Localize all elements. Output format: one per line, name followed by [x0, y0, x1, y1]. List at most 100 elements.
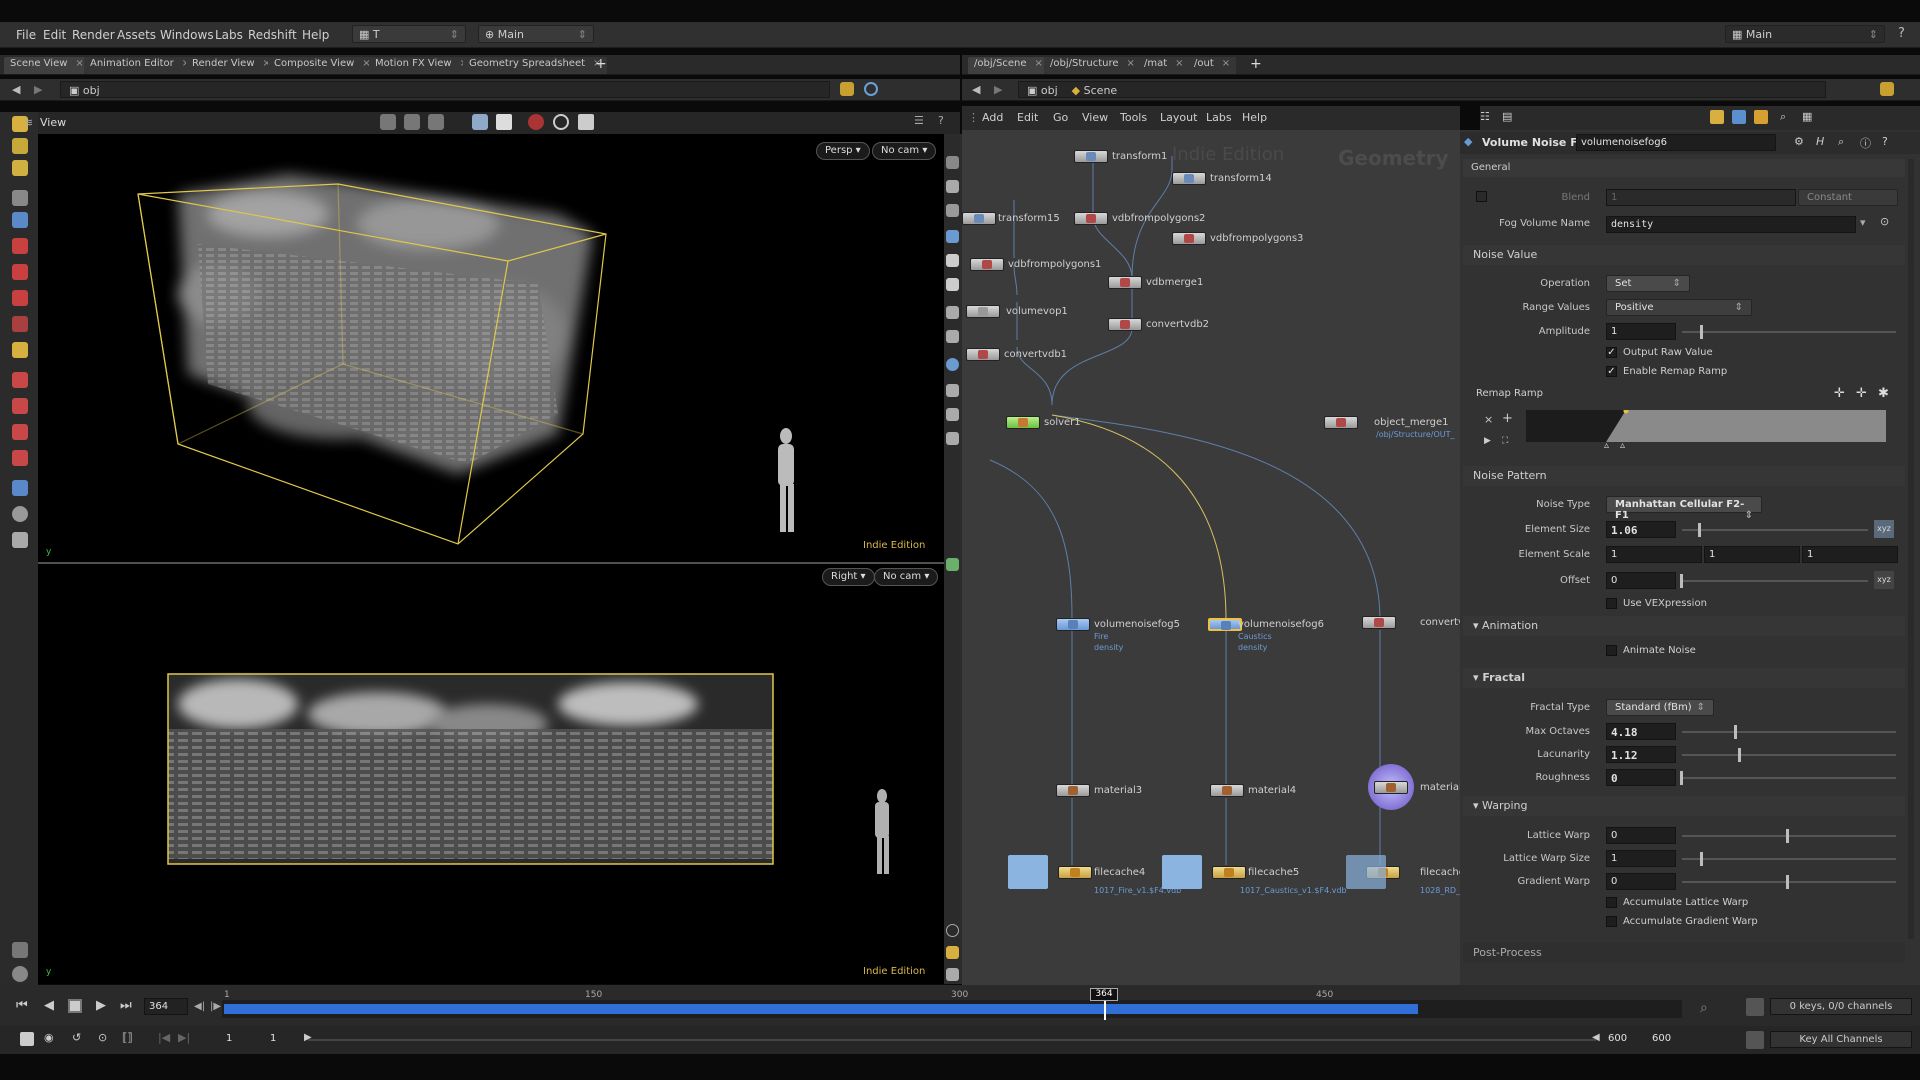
fractal-type-menu[interactable]: Standard (fBm) ⇕ [1606, 699, 1714, 716]
shading-icon[interactable] [496, 114, 512, 130]
pin-icon[interactable] [840, 82, 854, 96]
enable-remap-checkbox[interactable]: ✓ [1606, 366, 1617, 377]
menu-render[interactable]: Render [72, 28, 115, 42]
step-forward-icon[interactable]: |▶ [210, 1001, 221, 1012]
magnet-icon[interactable] [12, 398, 28, 414]
net-path-field[interactable]: ▣ obj ◆ Scene [1018, 81, 1826, 98]
param-scrollbar[interactable] [1908, 159, 1914, 939]
visibility-icon[interactable] [946, 230, 959, 243]
menu-assets[interactable]: Assets [117, 28, 156, 42]
lattice-warp-field[interactable]: 0 [1606, 827, 1676, 844]
network-canvas[interactable]: Indie Edition Geometry transform1 transf… [962, 130, 1460, 985]
amplitude-field[interactable]: 1 [1606, 323, 1676, 340]
range-handle-end[interactable]: ◀ [1592, 1032, 1600, 1043]
gear-icon[interactable]: ⚙ [1794, 135, 1804, 148]
ramp-frame-icon[interactable]: ⛶ [1502, 436, 1508, 446]
grid-tool-icon[interactable] [12, 372, 28, 388]
lattice-warp-slider-handle[interactable] [1786, 829, 1789, 843]
range-start-icon[interactable]: |◀ [158, 1031, 170, 1044]
element-scale-y[interactable]: 1 [1704, 546, 1800, 563]
node-volumevop1[interactable] [966, 305, 1000, 318]
backface-icon[interactable] [946, 558, 959, 571]
lattice-warp-slider[interactable] [1682, 835, 1896, 837]
max-octaves-slider[interactable] [1682, 731, 1896, 733]
range-end-field-2[interactable]: 600 [1648, 1031, 1688, 1048]
xyz-toggle-icon[interactable]: xyz [1874, 520, 1894, 538]
element-size-field[interactable]: 1.06 [1606, 521, 1676, 538]
current-frame-field[interactable]: 364 [144, 998, 188, 1015]
net-menu-go[interactable]: Go [1053, 111, 1068, 124]
back-arrow-icon[interactable]: ◀ [972, 83, 980, 96]
node-vdbfrompolygons1[interactable] [970, 258, 1004, 271]
handle-tool-icon[interactable] [12, 160, 28, 176]
node-name-field[interactable]: volumenoisefog6 [1576, 134, 1776, 151]
camera-mode-button-bottom[interactable]: Right ▾ [822, 568, 875, 586]
menu-redshift[interactable]: Redshift [248, 28, 297, 42]
dropdown-arrow-icon[interactable]: ▾ [1860, 216, 1866, 229]
tab-composite-view[interactable]: Composite View × [268, 57, 377, 74]
lattice-warp-size-slider-handle[interactable] [1700, 852, 1703, 866]
info-icon[interactable]: ⓘ [1860, 135, 1871, 151]
lattice-warp-size-slider[interactable] [1682, 858, 1896, 860]
menu-file[interactable]: File [16, 28, 36, 42]
node-filecache4[interactable] [1058, 866, 1092, 879]
tab-obj-scene[interactable]: /obj/Scene × [968, 57, 1049, 74]
amplitude-slider-handle[interactable] [1700, 325, 1703, 339]
range-values-menu[interactable]: Positive ⇕ [1606, 299, 1752, 316]
display-options-icon[interactable] [472, 114, 488, 130]
number-icon[interactable] [946, 432, 959, 445]
audio-icon[interactable]: ◉ [44, 1031, 54, 1044]
node-material5[interactable] [1374, 781, 1408, 794]
tab-out[interactable]: /out × [1188, 57, 1237, 74]
stack-icon[interactable] [1754, 110, 1768, 124]
globe-small-icon[interactable] [12, 966, 28, 982]
display-tool-icon[interactable] [946, 156, 959, 169]
node-transform1[interactable] [1074, 150, 1108, 163]
node-transform14[interactable] [1172, 172, 1206, 185]
ramp-play-icon[interactable]: ▶ [1484, 436, 1491, 446]
loop-icon[interactable]: ↺ [72, 1031, 81, 1044]
accumulate-gradient-checkbox[interactable] [1606, 916, 1617, 927]
jump-end-icon[interactable]: ⏭ [120, 998, 132, 1013]
operation-menu[interactable]: Set ⇕ [1606, 275, 1690, 292]
gradient-warp-field[interactable]: 0 [1606, 873, 1676, 890]
tree-icon[interactable]: ☷ [1480, 110, 1490, 123]
tab-mat[interactable]: /mat × [1138, 57, 1190, 74]
roughness-slider[interactable] [1682, 777, 1896, 779]
key-search-icon[interactable]: ⌕ [1700, 1000, 1708, 1016]
paint-tool-icon[interactable] [12, 138, 28, 154]
blend-field[interactable]: 1 [1606, 189, 1796, 206]
viewer-help-icon[interactable]: ? [938, 114, 944, 127]
camera-select-button-bottom[interactable]: No cam ▾ [874, 568, 939, 586]
output-raw-checkbox[interactable]: ✓ [1606, 347, 1617, 358]
keyframe-icon[interactable] [1746, 998, 1764, 1016]
menu-edit[interactable]: Edit [43, 28, 66, 42]
clock-icon[interactable]: ⊙ [98, 1031, 107, 1044]
tab-render-view[interactable]: Render View × [186, 57, 277, 74]
element-size-slider[interactable] [1682, 529, 1868, 531]
light-icon[interactable] [946, 254, 959, 267]
node-convertvdb1[interactable] [966, 348, 1000, 361]
snapshot-icon[interactable] [553, 114, 569, 130]
node-convertv[interactable] [1362, 616, 1396, 629]
section-fractal[interactable]: ▾ Fractal [1463, 668, 1905, 688]
ramp-key-marker-icon[interactable]: ▵ [1620, 440, 1625, 451]
section-warping[interactable]: ▾ Warping [1463, 796, 1905, 816]
key-all-channels-button[interactable]: Key All Channels [1770, 1031, 1912, 1048]
menu-labs[interactable]: Labs [215, 28, 243, 42]
range-start-field-2[interactable]: 1 [266, 1031, 306, 1048]
camera-mode-button[interactable]: Persp ▾ [816, 142, 870, 160]
tab-scene-view[interactable]: Scene View × [4, 57, 90, 74]
tab-general[interactable]: General [1463, 159, 1905, 177]
help-icon[interactable]: ? [1898, 26, 1905, 41]
section-animation[interactable]: ▾ Animation [1463, 616, 1905, 636]
display-icon[interactable] [12, 532, 28, 548]
point-display-icon[interactable] [946, 306, 959, 319]
rotate-tool-icon[interactable] [12, 238, 28, 254]
search-icon[interactable]: ⌕ [1838, 135, 1844, 149]
node-volumenoisefog6[interactable] [1208, 618, 1242, 631]
net-menu-layout[interactable]: Layout [1160, 111, 1197, 124]
eye-icon[interactable] [946, 968, 959, 981]
grid-view-icon[interactable]: ▦ [1802, 110, 1812, 123]
forward-arrow-icon[interactable]: ▶ [34, 83, 42, 96]
